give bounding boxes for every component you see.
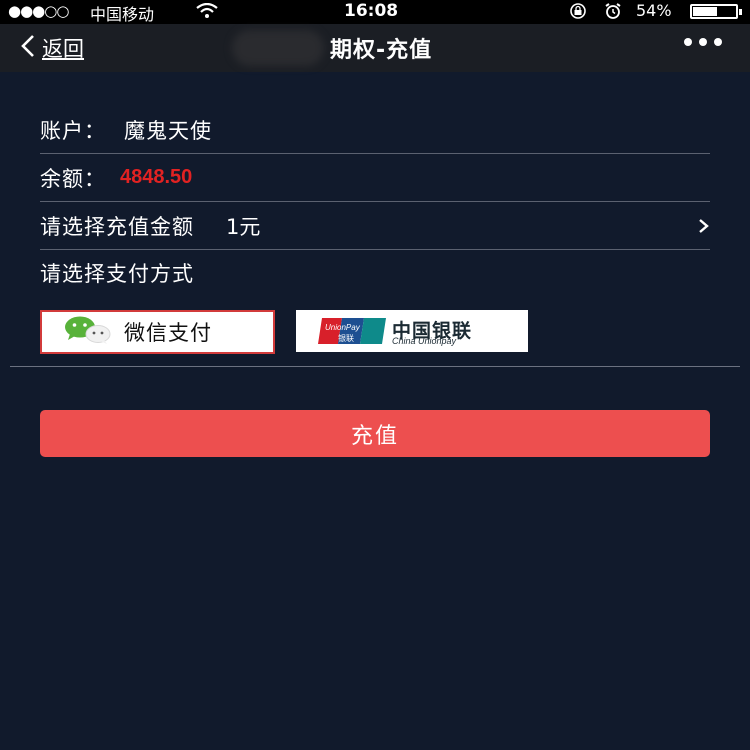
nav-bar: 返回 期权-充值 — [0, 24, 750, 72]
account-name: 魔鬼天使 — [124, 118, 212, 143]
back-button[interactable]: 返回 — [20, 32, 84, 64]
battery-percent: 54% — [636, 1, 672, 20]
alarm-icon — [603, 3, 623, 23]
svg-text:UnionPay: UnionPay — [325, 323, 361, 332]
back-label: 返回 — [42, 37, 84, 61]
account-row: 账户： 魔鬼天使 — [40, 106, 710, 154]
battery-fill — [693, 7, 717, 16]
status-bar: ●●●○○ 中国移动 16:08 54% — [0, 0, 750, 24]
unionpay-option[interactable]: UnionPay 银联 中国银联 China Unionpay — [296, 310, 528, 352]
wifi-icon — [196, 2, 218, 23]
wechat-icon — [62, 315, 114, 349]
chevron-left-icon — [20, 34, 36, 62]
payment-method-label: 请选择支付方式 — [40, 262, 194, 286]
amount-label: 请选择充值金额 — [40, 214, 194, 239]
balance-value: 4848.50 — [120, 166, 193, 188]
wechat-pay-label: 微信支付 — [124, 321, 212, 345]
balance-row: 余额： 4848.50 — [40, 154, 710, 202]
chevron-right-icon — [698, 216, 710, 240]
signal-strength-icon: ●●●○○ — [8, 2, 69, 20]
unionpay-label-en: China Unionpay — [392, 336, 457, 346]
amount-value: 1元 — [226, 214, 261, 239]
account-label: 账户： — [40, 118, 106, 143]
balance-label: 余额： — [40, 166, 106, 191]
section-divider — [10, 366, 740, 367]
page-title: 期权-充值 — [330, 38, 433, 63]
redacted-region — [232, 30, 324, 66]
svg-text:银联: 银联 — [338, 333, 354, 343]
carrier-name: 中国移动 — [90, 5, 155, 24]
battery-icon — [690, 4, 742, 19]
recharge-button[interactable]: 充值 — [40, 410, 710, 457]
wechat-pay-option[interactable]: 微信支付 — [40, 310, 275, 354]
unionpay-logo-icon: UnionPay 银联 — [318, 318, 386, 348]
rotation-lock-icon — [568, 3, 588, 23]
status-time: 16:08 — [344, 1, 399, 21]
more-options-button[interactable] — [684, 38, 722, 46]
amount-select-row[interactable]: 请选择充值金额 1元 — [40, 202, 710, 250]
